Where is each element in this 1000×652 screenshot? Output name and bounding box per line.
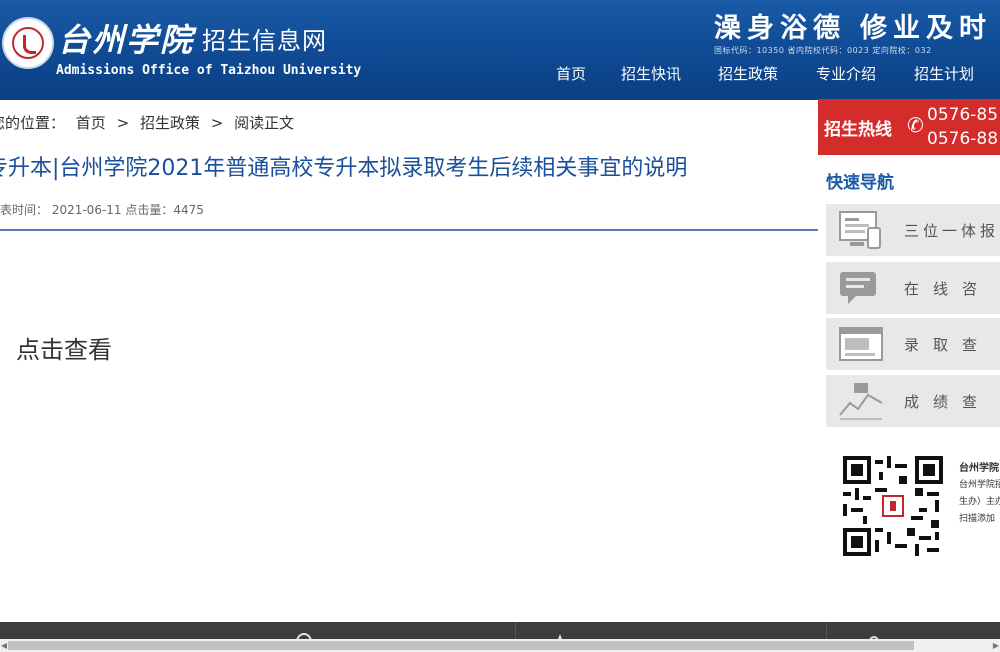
- nav-home[interactable]: 首页: [556, 63, 586, 84]
- quick-nav-label: 录取查: [904, 336, 992, 354]
- nav-majors[interactable]: 专业介绍: [816, 63, 876, 84]
- scrollbar-thumb[interactable]: [8, 641, 914, 650]
- quick-nav-score-query[interactable]: 成绩查: [826, 375, 1000, 427]
- click-view-link[interactable]: 点击查看: [16, 330, 112, 365]
- qr-caption-line: 扫描添加: [959, 514, 996, 524]
- site-logo[interactable]: 台州学院 招生信息网: [58, 18, 328, 59]
- site-name: 招生信息网: [202, 26, 328, 55]
- phone-icon: ✆: [907, 113, 924, 137]
- breadcrumb-current: 阅读正文: [234, 114, 295, 132]
- qr-caption: 台州学院 台州学院招 生办）主办 扫描添加: [959, 460, 1000, 528]
- line-chart-icon: [839, 383, 883, 420]
- motto-right: 修业及时: [860, 13, 992, 44]
- quick-nav-admission-query[interactable]: 录取查: [826, 318, 1000, 370]
- quick-nav-title: 快速导航: [826, 173, 894, 193]
- article-meta: 发表时间： 2021-06-11 点击量：4475: [0, 203, 204, 217]
- breadcrumb-home[interactable]: 首页: [76, 114, 106, 132]
- quick-nav-online-consult[interactable]: 在线咨: [826, 262, 1000, 314]
- qr-caption-line: 台州学院: [959, 463, 999, 474]
- article-divider: [0, 229, 818, 231]
- chat-bubble-icon: [840, 272, 876, 304]
- motto-left: 澡身浴德: [714, 13, 846, 44]
- quick-nav-label: 三位一体报: [904, 222, 1000, 240]
- document-list-icon: [839, 327, 883, 361]
- nav-news[interactable]: 招生快讯: [621, 63, 681, 84]
- article-title: 专升本|台州学院2021年普通高校专升本拟录取考生后续相关事宜的说明: [0, 156, 688, 181]
- scroll-right-icon[interactable]: ▶: [992, 639, 1000, 652]
- scroll-left-icon[interactable]: ◀: [0, 639, 8, 652]
- hotline-label: 招生热线: [824, 120, 892, 140]
- school-name: 台州学院: [58, 21, 195, 59]
- breadcrumb-prefix: 您的位置：: [0, 114, 66, 132]
- hotline-numbers: 0576-85 0576-88: [927, 103, 998, 151]
- nav-policy[interactable]: 招生政策: [718, 63, 778, 84]
- breadcrumb: 您的位置： 首页 > 招生政策 > 阅读正文: [0, 112, 300, 133]
- main-nav: 首页 招生快讯 招生政策 专业介绍 招生计划: [0, 63, 1000, 87]
- quick-nav-three-in-one[interactable]: 三位一体报: [826, 204, 1000, 256]
- wechat-qr-code-icon: [843, 456, 943, 556]
- quick-nav-label: 成绩查: [904, 393, 992, 411]
- monitor-form-icon: [839, 211, 881, 249]
- university-seal-icon[interactable]: [2, 17, 54, 69]
- school-codes: 国标代码：10350 省内院校代码：0023 定向院校：032: [714, 46, 932, 55]
- qr-caption-line: 台州学院招: [959, 480, 1000, 490]
- school-motto: 澡身浴德 修业及时: [714, 6, 992, 45]
- site-header: 台州学院 招生信息网 Admissions Office of Taizhou …: [0, 0, 1000, 100]
- hotline-banner: 招生热线 ✆ 0576-85 0576-88: [818, 99, 1000, 155]
- hotline-number: 0576-88: [927, 129, 999, 149]
- hotline-number: 0576-85: [927, 105, 999, 125]
- breadcrumb-sep: >: [116, 114, 130, 132]
- qr-caption-line: 生办）主办: [959, 497, 1000, 507]
- horizontal-scrollbar[interactable]: ◀ ▶: [0, 639, 1000, 652]
- quick-nav-label: 在线咨: [904, 280, 992, 298]
- nav-plan[interactable]: 招生计划: [914, 63, 974, 84]
- breadcrumb-sep: >: [210, 114, 224, 132]
- breadcrumb-section[interactable]: 招生政策: [140, 114, 200, 132]
